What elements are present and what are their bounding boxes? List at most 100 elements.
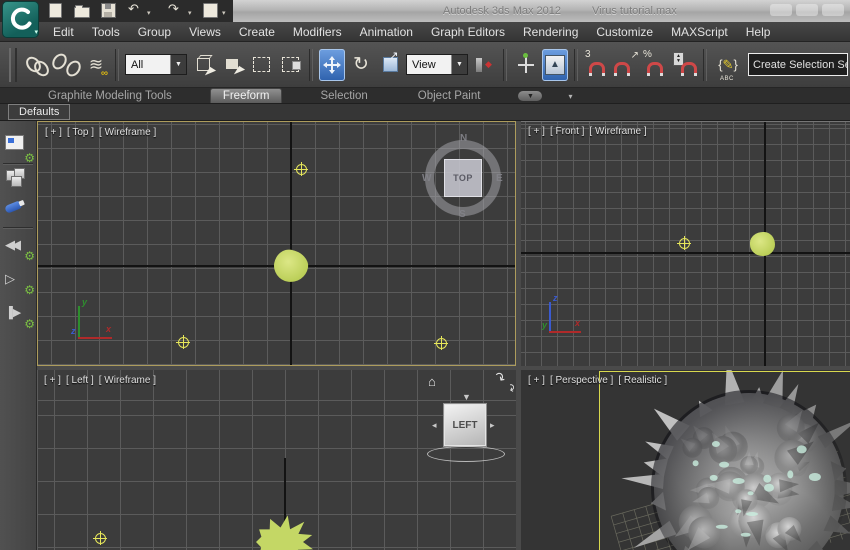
save-file-icon[interactable]	[101, 3, 116, 19]
compass-south[interactable]: S	[459, 209, 466, 220]
compass-east[interactable]: E	[496, 173, 503, 184]
viewport-menu-shading[interactable]: [ Wireframe ]	[99, 127, 156, 138]
viewport-menu-plus[interactable]: [ + ]	[528, 375, 545, 386]
step-forward-icon[interactable]: ▐▶ ⚙	[5, 301, 35, 331]
minimize-button[interactable]	[770, 4, 792, 16]
reference-coordinate-dropdown[interactable]: View ▼	[406, 54, 468, 75]
viewcube-arrow-left[interactable]: ◂	[432, 420, 437, 431]
edit-named-selection-sets-icon[interactable]: {✎} ABC	[713, 49, 743, 82]
go-to-start-icon[interactable]: ◀◀ ⚙	[5, 233, 35, 263]
point-helper[interactable]	[434, 336, 448, 350]
viewport-left[interactable]: [ + ] [ Left ] [ Wireframe ] ⌂ ↷ ↷ ▼ ◂ ▸…	[37, 370, 516, 550]
unlink-selection-icon[interactable]	[49, 49, 84, 81]
snaps-toggle-icon[interactable]: 3	[584, 49, 610, 81]
tab-graphite-modeling-tools[interactable]: Graphite Modeling Tools	[36, 89, 184, 103]
viewport-front[interactable]: [ + ] [ Front ] [ Wireframe ] z x y	[521, 121, 850, 366]
open-file-icon[interactable]	[74, 3, 90, 19]
menu-tools[interactable]: Tools	[92, 25, 120, 39]
project-folder-icon[interactable]	[203, 3, 218, 19]
compass-north[interactable]: N	[460, 133, 467, 144]
maximize-button[interactable]	[796, 4, 818, 16]
new-file-icon[interactable]	[49, 3, 62, 19]
bind-to-space-warp-icon[interactable]: ≋ ∞	[83, 49, 109, 81]
select-and-move-icon[interactable]	[319, 48, 345, 81]
undo-icon[interactable]: ↶	[128, 1, 139, 17]
named-selection-set-input[interactable]: Create Selection Se	[748, 53, 848, 76]
viewport-menu-shading[interactable]: [ Wireframe ]	[99, 375, 156, 386]
percent-snap-icon[interactable]: %	[642, 49, 668, 81]
keyboard-shortcut-override-icon[interactable]: ▲	[542, 48, 568, 81]
viewport-menu-shading[interactable]: [ Wireframe ]	[589, 126, 646, 137]
play-animation-icon[interactable]: ▷ ⚙	[5, 267, 35, 297]
polydraw-icon[interactable]: ⚙	[5, 135, 35, 165]
viewport-menu-shading[interactable]: [ Realistic ]	[618, 375, 667, 386]
quick-access-more-icon[interactable]: ▾	[222, 9, 226, 17]
toolbar-grip[interactable]	[9, 47, 17, 82]
point-helper[interactable]	[176, 335, 190, 349]
viewport-menu-name[interactable]: [ Perspective ]	[550, 375, 613, 386]
select-object-icon[interactable]	[190, 49, 217, 81]
viewcube-left-face[interactable]: LEFT	[443, 403, 487, 447]
viewport-menu-plus[interactable]: [ + ]	[45, 127, 62, 138]
viewport-menu-name[interactable]: [ Top ]	[67, 127, 94, 138]
paint-deform-brush-icon[interactable]	[4, 197, 32, 223]
menu-animation[interactable]: Animation	[360, 25, 413, 39]
point-helper[interactable]	[294, 162, 308, 176]
viewcube[interactable]: ⌂ ↷ ↷ ▼ ◂ ▸ LEFT	[422, 370, 516, 470]
primitives-icon[interactable]	[5, 168, 32, 194]
compass-west[interactable]: W	[422, 173, 431, 184]
viewcube[interactable]: N E S W TOP	[420, 133, 506, 221]
virus-object-front-view[interactable]	[750, 232, 775, 256]
panel-tab-defaults[interactable]: Defaults	[8, 104, 71, 120]
viewport-top[interactable]: [ + ] [ Top ] [ Wireframe ] N E S W TOP …	[37, 121, 516, 366]
menu-create[interactable]: Create	[239, 25, 275, 39]
minimize-ribbon-icon[interactable]: ▼	[518, 91, 543, 101]
virus-object-top-view[interactable]	[271, 247, 311, 285]
select-by-name-icon[interactable]	[219, 49, 246, 81]
viewcube-arrow-right[interactable]: ▸	[490, 420, 495, 431]
viewport-menu-plus[interactable]: [ + ]	[44, 375, 61, 386]
menu-rendering[interactable]: Rendering	[523, 25, 578, 39]
redo-dropdown-icon[interactable]: ▾	[188, 9, 192, 17]
redo-icon[interactable]: ↷	[168, 1, 179, 17]
rectangular-selection-region-icon[interactable]	[248, 49, 274, 81]
menu-maxscript[interactable]: MAXScript	[671, 25, 728, 39]
undo-dropdown-icon[interactable]: ▾	[147, 9, 151, 17]
tripod-y-label: y	[542, 320, 548, 330]
select-and-link-icon[interactable]	[22, 49, 52, 81]
close-button[interactable]	[822, 4, 844, 16]
virus-object-render[interactable]	[521, 370, 850, 550]
menu-modifiers[interactable]: Modifiers	[293, 25, 342, 39]
app-menu-button[interactable]: ▾	[2, 1, 39, 38]
menu-help[interactable]: Help	[746, 25, 771, 39]
window-crossing-icon[interactable]	[277, 49, 303, 81]
tab-freeform[interactable]: Freeform	[209, 88, 283, 103]
tab-selection[interactable]: Selection	[308, 89, 379, 103]
viewport-menu-name[interactable]: [ Front ]	[550, 126, 584, 137]
select-and-scale-icon[interactable]: ↗	[377, 49, 403, 81]
ribbon-options-caret-icon[interactable]: ▾	[568, 92, 572, 101]
menu-group[interactable]: Group	[138, 25, 171, 39]
angle-snap-icon[interactable]: ↗	[613, 49, 639, 81]
use-pivot-point-icon[interactable]: ◆	[471, 49, 497, 81]
viewcube-compass-ellipse[interactable]	[427, 446, 505, 462]
tab-object-paint[interactable]: Object Paint	[406, 89, 493, 103]
viewcube-home-icon[interactable]: ⌂	[428, 374, 436, 389]
viewport-menu-name[interactable]: [ Left ]	[66, 375, 94, 386]
panel-separator	[3, 163, 33, 164]
menu-graph-editors[interactable]: Graph Editors	[431, 25, 505, 39]
viewcube-arrow-up[interactable]: ▼	[462, 392, 471, 402]
menu-edit[interactable]: Edit	[53, 25, 74, 39]
selection-filter-dropdown[interactable]: All ▼	[125, 54, 187, 75]
select-and-manipulate-icon[interactable]	[513, 49, 539, 81]
viewcube-top-face[interactable]: TOP	[444, 159, 482, 197]
select-and-rotate-icon[interactable]: ↻	[348, 49, 374, 81]
viewcube-rotate-cw-icon[interactable]: ↷	[504, 383, 516, 395]
viewport-perspective[interactable]: [ + ] [ Perspective ] [ Realistic ]	[521, 370, 850, 550]
spinner-snap-icon[interactable]: ▲ ▼	[671, 49, 697, 81]
point-helper[interactable]	[677, 236, 691, 250]
menu-customize[interactable]: Customize	[596, 25, 653, 39]
menu-views[interactable]: Views	[189, 25, 221, 39]
viewport-menu-plus[interactable]: [ + ]	[528, 126, 545, 137]
point-helper[interactable]	[93, 531, 107, 545]
